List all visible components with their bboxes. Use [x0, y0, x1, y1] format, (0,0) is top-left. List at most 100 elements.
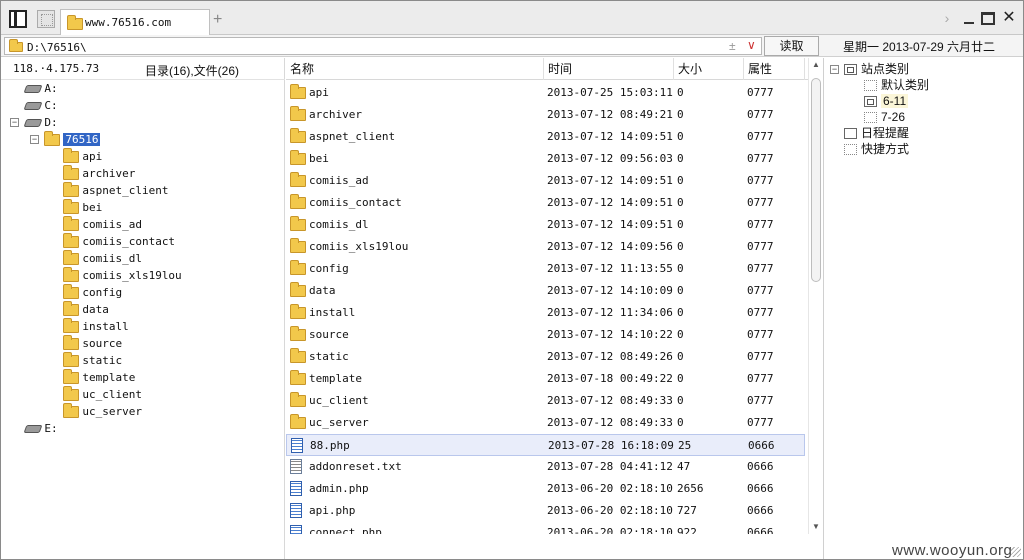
tree-drive-c[interactable]: C:: [23, 97, 58, 114]
close-button[interactable]: ✕: [1000, 10, 1018, 26]
folder-icon: [67, 15, 83, 30]
tree-folder[interactable]: comiis_contact: [63, 232, 175, 250]
folder-icon: [63, 232, 79, 248]
folder-icon: [290, 150, 306, 165]
tree-folder[interactable]: comiis_xls19lou: [63, 266, 182, 284]
collapse-icon[interactable]: −: [830, 65, 839, 74]
scroll-up-icon[interactable]: ▲: [812, 60, 820, 69]
vertical-scrollbar[interactable]: ▲ ▼: [808, 58, 823, 534]
file-row[interactable]: static 2013-07-12 08:49:26 0 0777: [286, 346, 805, 368]
file-row[interactable]: api.php 2013-06-20 02:18:10 727 0666: [286, 500, 805, 522]
plus-minus-icon[interactable]: ±: [729, 39, 736, 53]
tree-folder[interactable]: static: [63, 351, 122, 369]
file-name: install: [309, 306, 356, 319]
category-icon: [864, 96, 877, 108]
read-button[interactable]: 读取: [764, 36, 819, 56]
tree-folder[interactable]: comiis_dl: [63, 249, 142, 267]
file-row[interactable]: comiis_dl 2013-07-12 14:09:51 0 0777: [286, 214, 805, 236]
tree-category-6-11[interactable]: 6-11: [864, 93, 909, 109]
file-attr: 0666: [748, 439, 775, 452]
blank-page-icon[interactable]: [37, 10, 55, 28]
tree-folder[interactable]: archiver: [63, 164, 135, 182]
tree-folder-selected[interactable]: 76516: [44, 130, 101, 148]
tree-folder[interactable]: config: [63, 283, 122, 301]
tree-default-category[interactable]: 默认类别: [864, 77, 929, 93]
file-row[interactable]: bei 2013-07-12 09:56:03 0 0777: [286, 148, 805, 170]
tree-schedule[interactable]: 日程提醒: [844, 125, 909, 141]
file-name: comiis_xls19lou: [309, 240, 409, 253]
file-row[interactable]: admin.php 2013-06-20 02:18:10 2656 0666: [286, 478, 805, 500]
tree-folder[interactable]: bei: [63, 198, 102, 216]
resize-grip[interactable]: [1011, 547, 1021, 557]
folder-icon: [63, 198, 79, 214]
tree-folder[interactable]: uc_server: [63, 402, 142, 420]
column-time[interactable]: 时间: [544, 58, 674, 80]
folder-icon: [63, 368, 79, 384]
file-size: 0: [677, 240, 684, 253]
panel-toggle-icon[interactable]: [9, 10, 27, 28]
file-row[interactable]: archiver 2013-07-12 08:49:21 0 0777: [286, 104, 805, 126]
file-size: 0: [677, 174, 684, 187]
file-row[interactable]: uc_server 2013-07-12 08:49:33 0 0777: [286, 412, 805, 434]
file-row[interactable]: source 2013-07-12 14:10:22 0 0777: [286, 324, 805, 346]
file-row[interactable]: connect.php 2013-06-20 02:18:10 922 0666: [286, 522, 805, 534]
file-attr: 0666: [747, 482, 774, 495]
file-attr: 0777: [747, 416, 774, 429]
collapse-icon[interactable]: −: [30, 135, 39, 144]
file-name: data: [309, 284, 336, 297]
maximize-button[interactable]: [981, 12, 995, 25]
column-attr[interactable]: 属性: [744, 58, 805, 80]
add-tab-button[interactable]: +: [213, 11, 222, 29]
php-file-icon: [290, 481, 302, 496]
folder-icon: [63, 385, 79, 401]
text-file-icon: [290, 459, 302, 474]
scroll-down-icon[interactable]: ▼: [812, 522, 820, 531]
column-size[interactable]: 大小: [674, 58, 744, 80]
tree-drive-d[interactable]: D:: [23, 114, 58, 131]
file-time: 2013-06-20 02:18:10: [547, 526, 673, 534]
tree-folder[interactable]: template: [63, 368, 135, 386]
chevron-right-icon[interactable]: ›: [939, 10, 955, 26]
file-row[interactable]: comiis_contact 2013-07-12 14:09:51 0 0777: [286, 192, 805, 214]
file-attr: 0777: [747, 108, 774, 121]
tree-drive-a[interactable]: A:: [23, 80, 58, 97]
file-row[interactable]: api 2013-07-25 15:03:11 0 0777: [286, 82, 805, 104]
tree-folder[interactable]: api: [63, 147, 102, 165]
tree-drive-e[interactable]: E:: [23, 420, 58, 437]
file-time: 2013-07-12 08:49:21: [547, 108, 673, 121]
file-row[interactable]: aspnet_client 2013-07-12 14:09:51 0 0777: [286, 126, 805, 148]
file-attr: 0777: [747, 350, 774, 363]
file-name: source: [309, 328, 349, 341]
file-row[interactable]: data 2013-07-12 14:10:09 0 0777: [286, 280, 805, 302]
file-size: 0: [677, 328, 684, 341]
path-input[interactable]: D:\76516\ ± ∨: [4, 37, 762, 55]
app-window: www.76516.com + › ✕ D:\76516\ ± ∨ 读取 星期一…: [0, 0, 1024, 560]
tree-folder[interactable]: install: [63, 317, 129, 335]
file-row[interactable]: template 2013-07-18 00:49:22 0 0777: [286, 368, 805, 390]
file-row[interactable]: 88.php 2013-07-28 16:18:09 25 0666: [286, 434, 805, 456]
file-row[interactable]: config 2013-07-12 11:13:55 0 0777: [286, 258, 805, 280]
file-row[interactable]: comiis_xls19lou 2013-07-12 14:09:56 0 0777: [286, 236, 805, 258]
tree-shortcuts[interactable]: 快捷方式: [844, 141, 909, 157]
scroll-thumb[interactable]: [811, 78, 821, 282]
tree-folder[interactable]: uc_client: [63, 385, 142, 403]
tree-folder[interactable]: data: [63, 300, 109, 318]
file-row[interactable]: addonreset.txt 2013-07-28 04:41:12 47 0666: [286, 456, 805, 478]
column-name[interactable]: 名称: [286, 58, 544, 80]
tree-folder[interactable]: aspnet_client: [63, 181, 168, 199]
minimize-button[interactable]: [961, 10, 977, 26]
collapse-icon[interactable]: −: [10, 118, 19, 127]
tree-folder[interactable]: comiis_ad: [63, 215, 142, 233]
file-time: 2013-07-12 14:09:51: [547, 130, 673, 143]
file-size: 0: [677, 108, 684, 121]
tab-active[interactable]: www.76516.com: [60, 9, 210, 35]
chevron-down-icon[interactable]: ∨: [747, 38, 756, 52]
directory-tree-pane: 118.·4.175.73 目录(16),文件(26) A: C: − D: −…: [1, 58, 285, 559]
file-row[interactable]: install 2013-07-12 11:34:06 0 0777: [286, 302, 805, 324]
tree-category-7-26[interactable]: 7-26: [864, 109, 905, 125]
tree-site-category[interactable]: 站点类别: [844, 61, 909, 77]
tree-folder[interactable]: source: [63, 334, 122, 352]
file-row[interactable]: uc_client 2013-07-12 08:49:33 0 0777: [286, 390, 805, 412]
file-row[interactable]: comiis_ad 2013-07-12 14:09:51 0 0777: [286, 170, 805, 192]
file-name: comiis_dl: [309, 218, 369, 231]
